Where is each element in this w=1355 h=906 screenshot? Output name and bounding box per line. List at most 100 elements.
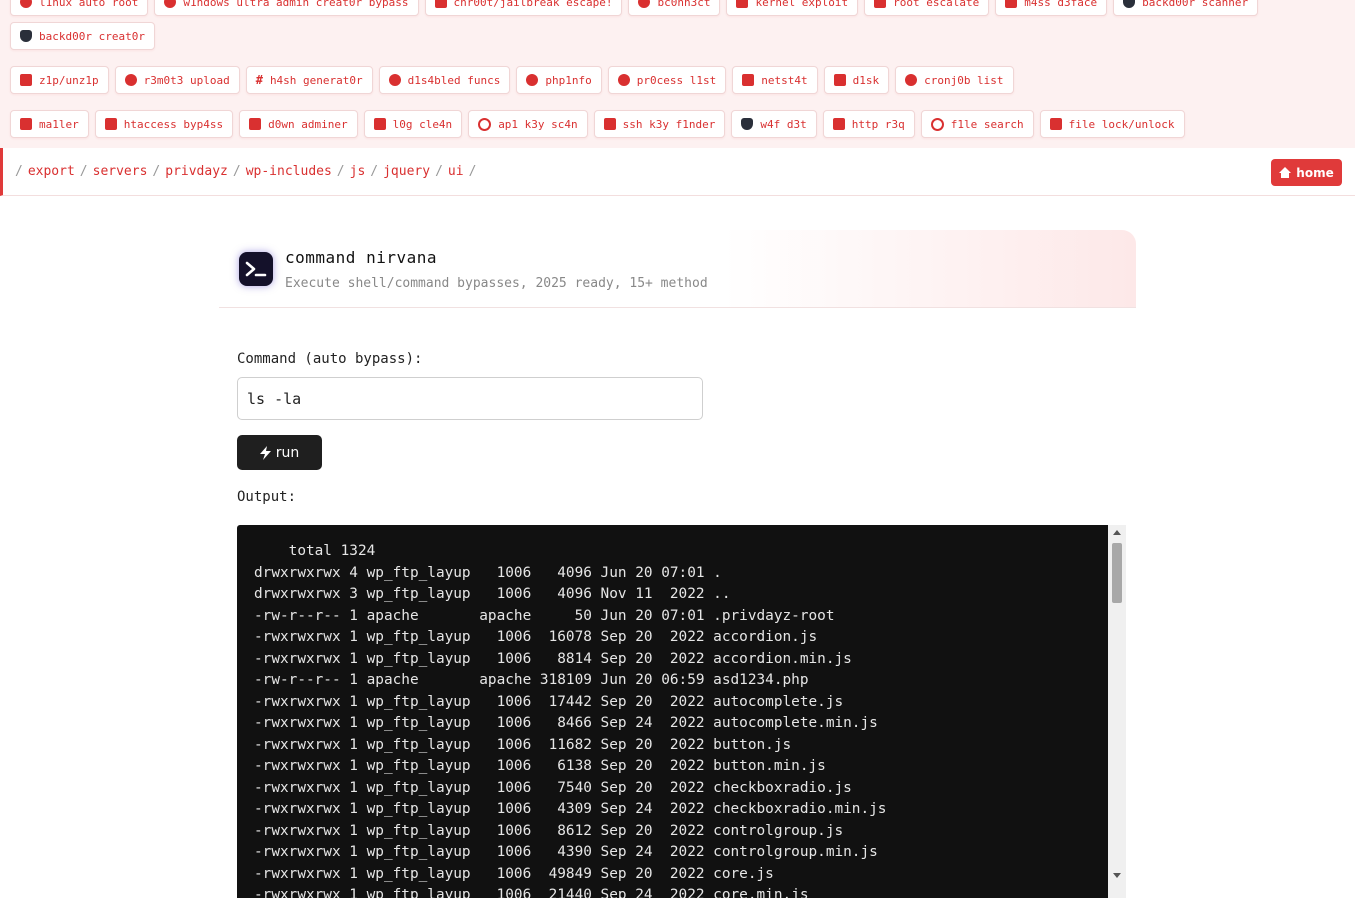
cloud-upload-icon (124, 74, 137, 86)
shield-icon (1123, 0, 1136, 8)
tool-button[interactable]: f1le search (920, 110, 1034, 138)
tool-button-label: root escalate (893, 0, 980, 9)
tool-button[interactable]: # h4sh generat0r (245, 66, 373, 94)
breadcrumb-item[interactable]: jquery (383, 164, 430, 179)
unlock-icon (104, 118, 117, 130)
home-button[interactable]: home (1271, 159, 1342, 186)
breadcrumb-separator: / (152, 164, 161, 179)
mail-icon (20, 118, 32, 130)
bug-icon (1005, 0, 1018, 8)
breadcrumb-bar: / export / servers / privdayz / wp-includes / js /… (0, 148, 1355, 196)
scroll-thumb[interactable] (1112, 543, 1122, 603)
tool-button[interactable]: http r3q (822, 110, 915, 138)
run-button-label: run (275, 444, 300, 461)
tool-button-label: z1p/unz1p (39, 73, 99, 87)
tool-button-label: f1le search (950, 117, 1024, 131)
breadcrumb-item[interactable]: ui (448, 164, 464, 179)
command-input[interactable] (237, 377, 703, 420)
breadcrumb-item[interactable]: wp-includes (246, 164, 332, 179)
database-icon (249, 118, 262, 130)
tool-button-label: pr0cess l1st (636, 73, 717, 87)
tool-button-label: d0wn adminer (268, 117, 348, 131)
tool-button[interactable]: netst4t (732, 66, 818, 94)
brain-icon (617, 74, 630, 86)
search-icon (930, 117, 944, 131)
terminal-icon (239, 252, 273, 286)
output-text: total 1324 drwxrwxrwx 4 wp_ftp_layup 100… (254, 543, 887, 898)
command-label: Command (auto bypass): (237, 351, 423, 367)
page-subtitle: Execute shell/command bypasses, 2025 rea… (285, 276, 708, 291)
tool-button[interactable]: z1p/unz1p (10, 66, 109, 94)
tool-button[interactable]: ma1ler (10, 110, 89, 138)
tool-button[interactable]: w1ndows ultra admin creat0r bypass (154, 0, 419, 16)
tool-button-label: m4ss d3face (1024, 0, 1098, 9)
tool-button-label: ap1 k3y sc4n (498, 117, 578, 131)
toolbar-row-1: l1nux auto root w1ndows ultra admin creat… (0, 0, 1355, 61)
tool-button[interactable]: d1s4bled funcs (378, 66, 511, 94)
breadcrumb-item[interactable]: js (350, 164, 366, 179)
page-title: command nirvana (285, 248, 437, 267)
tool-button[interactable]: backd00r creat0r (10, 22, 155, 50)
key-icon (603, 118, 616, 130)
toolbar-row-1-buttons: l1nux auto root w1ndows ultra admin creat… (10, 0, 1259, 16)
tool-button[interactable]: htaccess byp4ss (94, 110, 234, 138)
tool-button-label: ma1ler (39, 117, 79, 131)
tool-button[interactable]: php1nfo (516, 66, 602, 94)
breadcrumb-separator: / (435, 164, 443, 179)
breadcrumb-item[interactable]: privdayz (165, 164, 228, 179)
tool-button[interactable]: cronj0b list (895, 66, 1014, 94)
tool-button-label: d1sk (852, 73, 880, 87)
history-icon (905, 74, 918, 86)
tool-button[interactable]: ap1 k3y sc4n (468, 110, 588, 138)
tool-button-label: backd00r scanner (1142, 0, 1249, 9)
tool-button-label: h4sh generat0r (269, 73, 363, 87)
scroll-down-icon[interactable] (1113, 873, 1121, 878)
output-terminal[interactable]: total 1324 drwxrwxrwx 4 wp_ftp_layup 100… (237, 525, 1126, 898)
user-icon (164, 0, 177, 8)
tool-button[interactable]: bc0nn3ct (628, 0, 721, 16)
tool-button[interactable]: chr00t/jailbreak escape! (424, 0, 623, 16)
ladder-icon (874, 0, 887, 8)
tool-button-label: ssh k3y f1nder (622, 117, 716, 131)
tool-button[interactable]: pr0cess l1st (607, 66, 727, 94)
hash-icon: # (255, 73, 263, 87)
breadcrumb-separator: / (79, 164, 88, 179)
tool-button[interactable]: r3m0t3 upload (114, 66, 240, 94)
output-label: Output: (237, 489, 297, 505)
run-button[interactable]: run (237, 435, 322, 470)
tool-button[interactable]: w4f d3t (731, 110, 817, 138)
users-icon (388, 74, 401, 86)
breadcrumb-separator: / (468, 164, 477, 179)
tool-button-label: w4f d3t (760, 117, 807, 131)
tool-button-label: l0g cle4n (392, 117, 453, 131)
tool-button[interactable]: d0wn adminer (239, 110, 358, 138)
tool-button[interactable]: backd00r scanner (1113, 0, 1259, 16)
breadcrumb-item[interactable]: export (28, 164, 75, 179)
tool-button-label: chr00t/jailbreak escape! (453, 0, 613, 9)
user-icon (20, 0, 32, 8)
tool-button[interactable]: l1nux auto root (10, 0, 149, 16)
zip-icon (20, 74, 32, 86)
scroll-up-icon[interactable] (1113, 530, 1121, 535)
tool-button[interactable]: d1sk (823, 66, 890, 94)
breadcrumb-item[interactable]: servers (93, 164, 148, 179)
breadcrumb-separator: / (370, 164, 379, 179)
tool-button-label: cronj0b list (924, 73, 1004, 87)
tool-button[interactable]: m4ss d3face (995, 0, 1108, 16)
tool-button[interactable]: root escalate (864, 0, 990, 16)
link-icon (638, 0, 651, 8)
tool-button[interactable]: l0g cle4n (363, 110, 463, 138)
tool-header: command nirvana Execute shell/command by… (219, 230, 1136, 308)
bolt-icon (259, 445, 271, 460)
shield-icon (741, 118, 754, 130)
bug-icon (832, 118, 845, 130)
lock-icon (1049, 118, 1062, 130)
breadcrumb-separator: / (336, 164, 345, 179)
tool-button-label: php1nfo (545, 73, 592, 87)
output-scrollbar[interactable] (1108, 525, 1126, 898)
tool-button[interactable]: file lock/unlock (1039, 110, 1185, 138)
disk-icon (833, 74, 846, 86)
tool-button[interactable]: kernel exploit (726, 0, 859, 16)
tool-button[interactable]: ssh k3y f1nder (593, 110, 726, 138)
bug-icon (434, 0, 447, 8)
